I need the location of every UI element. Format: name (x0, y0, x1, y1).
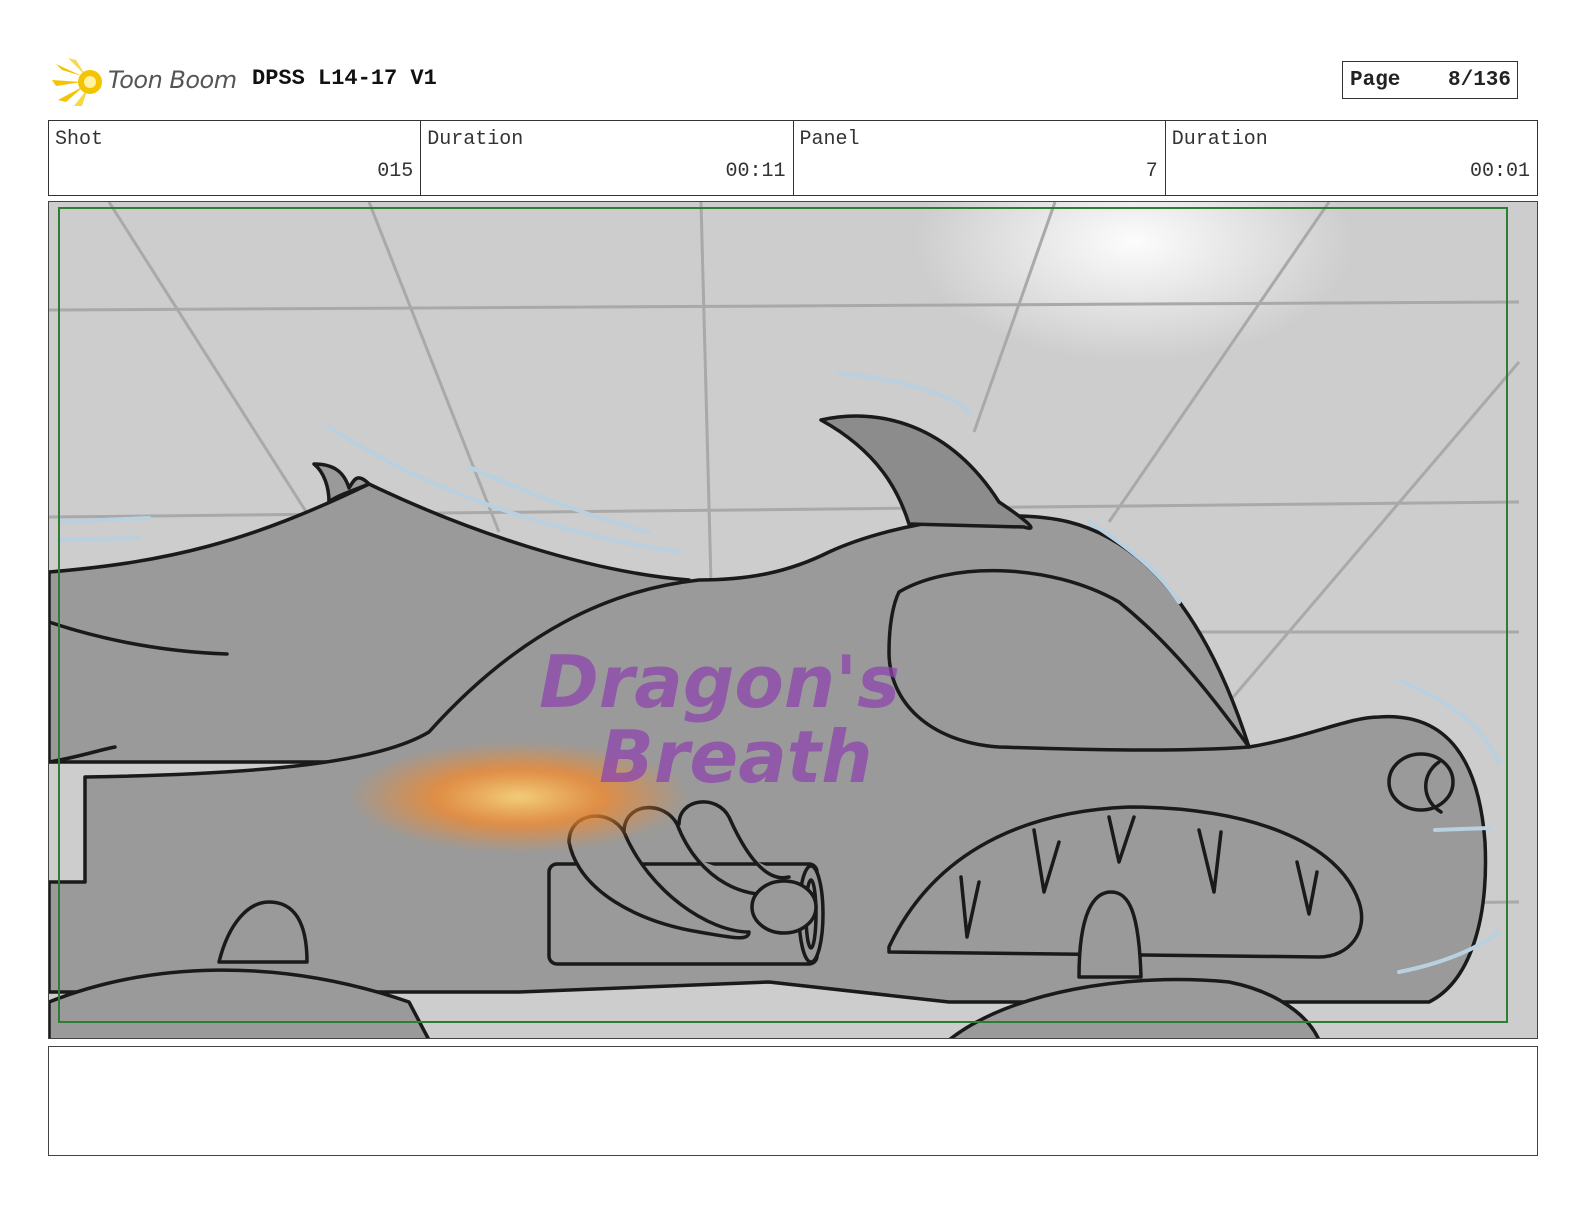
logo-text: Toon Boom (108, 66, 237, 94)
panel-duration-label: Duration (1171, 128, 1268, 151)
page-header: Toon Boom DPSS L14-17 V1 Page 8/136 (48, 52, 1538, 108)
project-title: DPSS L14-17 V1 (252, 66, 437, 91)
page-number: 8/136 (1447, 69, 1511, 92)
page-label: Page (1350, 69, 1401, 92)
panel-duration-value: 00:01 (1469, 160, 1530, 183)
shot-duration-label: Duration (427, 128, 524, 151)
shot-info-table: Shot 015 Duration 00:11 Panel 7 Duration… (48, 120, 1538, 196)
panel-duration-cell: Duration 00:01 (1166, 121, 1537, 195)
shot-cell: Shot 015 (49, 121, 422, 195)
shot-duration-cell: Duration 00:11 (421, 121, 794, 195)
shot-value: 015 (377, 160, 414, 183)
panel-value: 7 (1145, 160, 1158, 183)
panel-cell: Panel 7 (794, 121, 1166, 195)
page-indicator: Page 8/136 (1342, 61, 1518, 99)
burst-logo-icon (52, 58, 102, 106)
panel-label: Panel (799, 128, 860, 151)
storyboard-panel: Dragon's Breath (48, 201, 1538, 1039)
shot-duration-value: 00:11 (725, 160, 786, 183)
panel-sketch: Dragon's Breath (49, 202, 1537, 1038)
lettering-line-1: Dragon's (539, 640, 900, 724)
toon-boom-logo: Toon Boom (52, 56, 244, 108)
panel-notes-box (48, 1046, 1538, 1156)
lettering-line-2: Breath (599, 715, 872, 799)
shot-label: Shot (55, 128, 104, 151)
